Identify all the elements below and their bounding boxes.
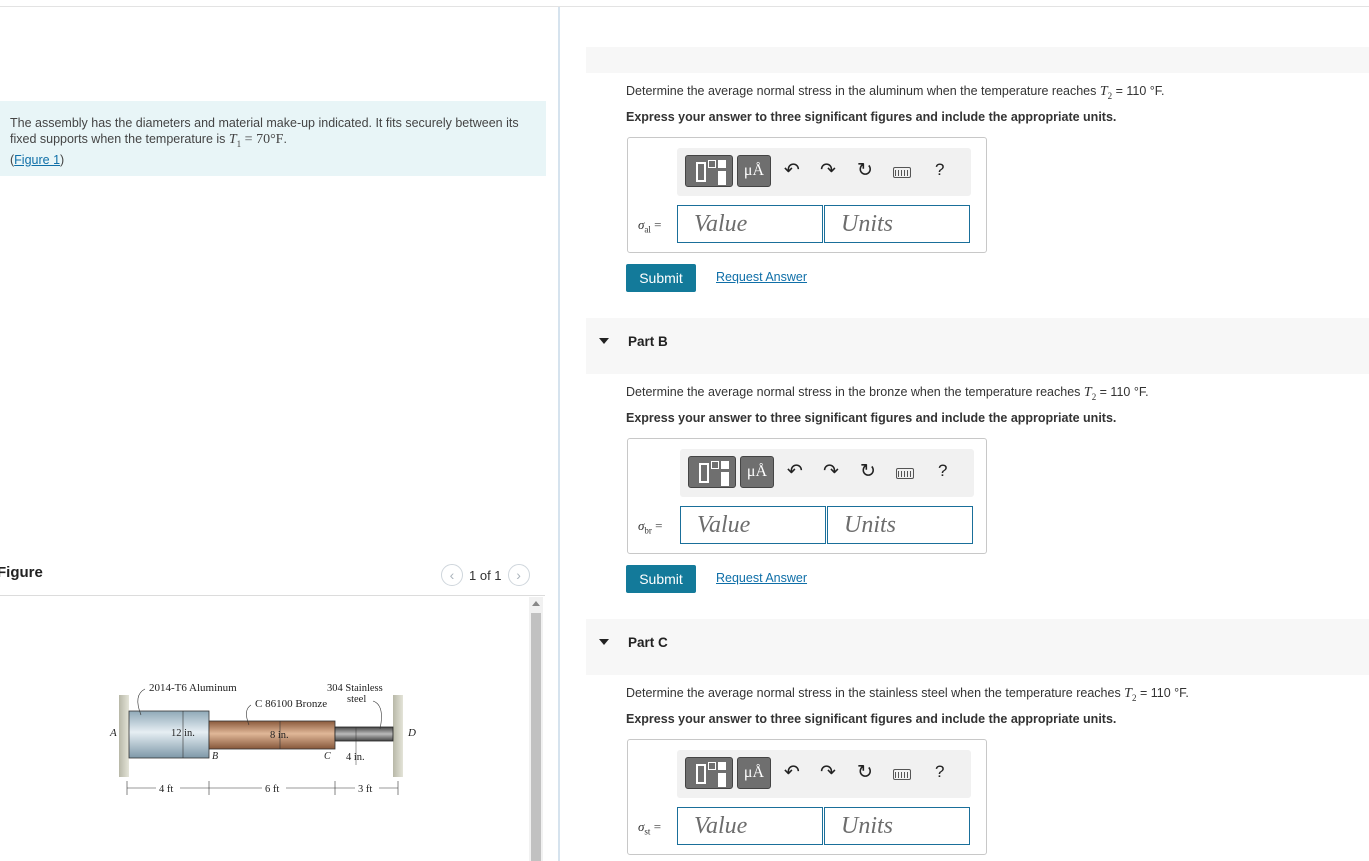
assembly-figure: 2014-T6 Aluminum C 86100 Bronze 304 Stai… bbox=[109, 682, 416, 795]
submit-button[interactable]: Submit bbox=[626, 264, 696, 292]
label-point-c: C bbox=[324, 751, 331, 762]
part-b-question: Determine the average normal stress in t… bbox=[626, 385, 1149, 402]
label-bronze: C 86100 Bronze bbox=[255, 698, 327, 710]
redo-icon[interactable]: ↷ bbox=[820, 160, 836, 182]
label-point-a: A bbox=[109, 727, 117, 739]
value-field[interactable] bbox=[677, 807, 823, 845]
problem-intro: The assembly has the diameters and mater… bbox=[0, 101, 546, 176]
label-dia-al: 12 in. bbox=[171, 728, 195, 739]
submit-button[interactable]: Submit bbox=[626, 565, 696, 593]
units-field[interactable] bbox=[827, 506, 973, 544]
part-c-header[interactable] bbox=[586, 619, 1369, 675]
panel-divider bbox=[558, 7, 560, 861]
keyboard-icon[interactable] bbox=[896, 468, 914, 479]
chevron-left-icon: ‹ bbox=[449, 567, 455, 583]
label-dia-st: 4 in. bbox=[346, 752, 365, 763]
caret-down-icon[interactable] bbox=[599, 338, 609, 344]
undo-icon[interactable]: ↶ bbox=[784, 160, 800, 182]
pager-text: 1 of 1 bbox=[469, 567, 502, 583]
value-input[interactable] bbox=[678, 808, 822, 844]
left-wall bbox=[119, 695, 129, 777]
label-dia-br: 8 in. bbox=[270, 730, 289, 741]
label-len-br: 6 ft bbox=[265, 784, 279, 795]
templates-button[interactable] bbox=[685, 757, 733, 789]
problem-statement: The assembly has the diameters and mater… bbox=[10, 116, 519, 167]
figure-title: Figure bbox=[0, 564, 43, 581]
part-b-label[interactable]: Part B bbox=[628, 334, 668, 349]
part-c-instruction: Express your answer to three significant… bbox=[626, 712, 1117, 726]
label-point-b: B bbox=[212, 751, 218, 762]
next-figure-button[interactable]: › bbox=[507, 564, 530, 586]
part-c-answer-box: μÅ ↶ ↷ ↻ ? σst = bbox=[627, 739, 987, 855]
sigma-br-label: σbr = bbox=[638, 518, 663, 536]
help-icon[interactable]: ? bbox=[938, 461, 947, 481]
value-field[interactable] bbox=[677, 205, 823, 243]
units-button[interactable]: μÅ bbox=[737, 757, 771, 789]
part-a-toolbar: μÅ ↶ ↷ ↻ ? bbox=[677, 148, 971, 196]
units-field[interactable] bbox=[824, 205, 970, 243]
help-icon[interactable]: ? bbox=[935, 160, 944, 180]
reset-icon[interactable]: ↻ bbox=[860, 461, 876, 483]
previous-figure-button[interactable]: ‹ bbox=[441, 564, 463, 586]
request-answer-link[interactable]: Request Answer bbox=[716, 571, 807, 585]
part-b-toolbar: μÅ ↶ ↷ ↻ ? bbox=[680, 449, 974, 497]
top-divider bbox=[0, 6, 1369, 7]
figure-pager: ‹ 1 of 1 › bbox=[441, 564, 530, 586]
units-field[interactable] bbox=[824, 807, 970, 845]
steel-segment bbox=[334, 726, 394, 742]
scroll-up-arrow-icon[interactable] bbox=[532, 601, 540, 606]
undo-icon[interactable]: ↶ bbox=[787, 461, 803, 483]
part-a-instruction: Express your answer to three significant… bbox=[626, 110, 1117, 124]
part-b-answer-box: μÅ ↶ ↷ ↻ ? σbr = bbox=[627, 438, 987, 554]
value-input[interactable] bbox=[681, 507, 825, 543]
part-a-header bbox=[586, 47, 1369, 73]
sigma-st-label: σst = bbox=[638, 819, 662, 837]
label-steel-2: steel bbox=[347, 694, 366, 705]
right-wall bbox=[393, 695, 403, 777]
request-answer-link[interactable]: Request Answer bbox=[716, 270, 807, 284]
keyboard-icon[interactable] bbox=[893, 769, 911, 780]
part-a-question: Determine the average normal stress in t… bbox=[626, 84, 1165, 101]
part-c-toolbar: μÅ ↶ ↷ ↻ ? bbox=[677, 750, 971, 798]
aluminum-segment bbox=[128, 710, 210, 759]
chevron-right-icon: › bbox=[516, 567, 521, 583]
label-steel-1: 304 Stainless bbox=[327, 683, 383, 694]
figure-divider bbox=[0, 595, 545, 596]
label-point-d: D bbox=[407, 727, 416, 739]
part-a-answer-box: μÅ ↶ ↷ ↻ ? σal = bbox=[627, 137, 987, 253]
units-button[interactable]: μÅ bbox=[737, 155, 771, 187]
part-c-label[interactable]: Part C bbox=[628, 635, 668, 650]
templates-button[interactable] bbox=[688, 456, 736, 488]
undo-icon[interactable]: ↶ bbox=[784, 762, 800, 784]
units-input[interactable] bbox=[825, 206, 969, 242]
value-field[interactable] bbox=[680, 506, 826, 544]
caret-down-icon[interactable] bbox=[599, 639, 609, 645]
redo-icon[interactable]: ↷ bbox=[823, 461, 839, 483]
redo-icon[interactable]: ↷ bbox=[820, 762, 836, 784]
reset-icon[interactable]: ↻ bbox=[857, 762, 873, 784]
part-b-header[interactable] bbox=[586, 318, 1369, 374]
sigma-al-label: σal = bbox=[638, 217, 662, 235]
keyboard-icon[interactable] bbox=[893, 167, 911, 178]
figure-link[interactable]: Figure 1 bbox=[14, 153, 60, 167]
part-b-instruction: Express your answer to three significant… bbox=[626, 411, 1117, 425]
scrollbar-thumb[interactable] bbox=[531, 613, 541, 861]
help-icon[interactable]: ? bbox=[935, 762, 944, 782]
figure-scrollbar[interactable] bbox=[529, 597, 543, 861]
units-button[interactable]: μÅ bbox=[740, 456, 774, 488]
units-input[interactable] bbox=[828, 507, 972, 543]
reset-icon[interactable]: ↻ bbox=[857, 160, 873, 182]
label-aluminum: 2014-T6 Aluminum bbox=[149, 682, 237, 694]
value-input[interactable] bbox=[678, 206, 822, 242]
label-len-st: 3 ft bbox=[358, 784, 372, 795]
units-input[interactable] bbox=[825, 808, 969, 844]
part-c-question: Determine the average normal stress in t… bbox=[626, 686, 1189, 703]
templates-button[interactable] bbox=[685, 155, 733, 187]
label-len-al: 4 ft bbox=[159, 784, 173, 795]
